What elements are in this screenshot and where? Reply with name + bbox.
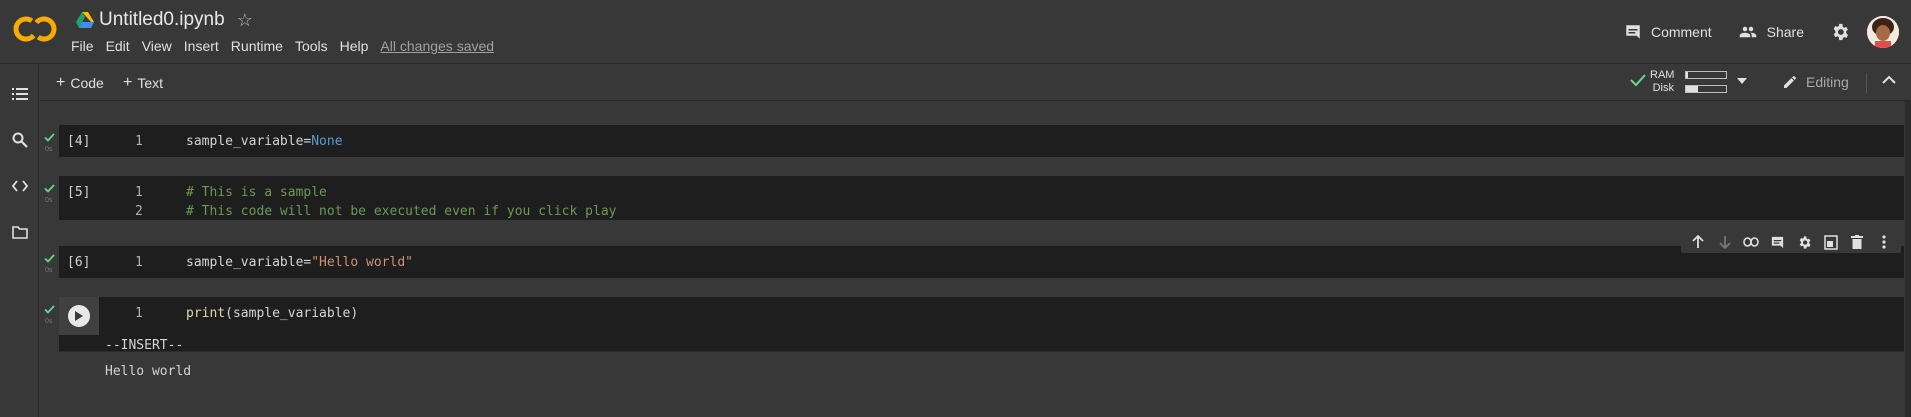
- output-area: [99, 352, 1904, 393]
- success-check-icon: [44, 254, 55, 263]
- drive-icon: [76, 12, 94, 28]
- app-header: Untitled0.ipynb ☆ File Edit View Insert …: [0, 0, 1911, 64]
- settings-icon[interactable]: [1830, 22, 1850, 42]
- play-icon: [75, 311, 83, 321]
- delete-icon[interactable]: [1848, 233, 1866, 251]
- success-check-icon: [44, 305, 55, 314]
- comment-icon[interactable]: [1769, 233, 1787, 251]
- add-code-button[interactable]: + Code: [56, 74, 104, 92]
- share-button[interactable]: Share: [1738, 23, 1804, 41]
- code-snippets-icon[interactable]: [11, 177, 29, 195]
- star-icon[interactable]: ☆: [237, 11, 253, 29]
- menu-help[interactable]: Help: [340, 38, 369, 54]
- code-token: sample_variable=: [186, 134, 312, 149]
- comment-button[interactable]: Comment: [1624, 23, 1712, 41]
- line-number: 2: [135, 204, 143, 219]
- code-line[interactable]: sample_variable=None: [186, 134, 343, 149]
- document-title[interactable]: Untitled0.ipynb: [99, 9, 225, 31]
- chevron-up-icon[interactable]: [1882, 75, 1896, 85]
- notebook-area: 0s [4] 1 sample_variable=None 0s [5] 1 #…: [40, 101, 1907, 417]
- settings-icon[interactable]: [1795, 233, 1813, 251]
- menu-file[interactable]: File: [71, 38, 94, 54]
- line-number: 1: [135, 306, 143, 321]
- keyword-token: None: [311, 134, 343, 149]
- editing-mode-button[interactable]: Editing: [1782, 74, 1849, 90]
- code-cell[interactable]: 0s [4] 1 sample_variable=None: [44, 125, 1904, 157]
- chevron-down-icon[interactable]: [1737, 78, 1747, 84]
- menu-tools[interactable]: Tools: [295, 38, 328, 54]
- execution-time: 0s: [45, 267, 53, 274]
- user-avatar[interactable]: [1867, 16, 1899, 48]
- menu-edit[interactable]: Edit: [106, 38, 130, 54]
- execution-time: 0s: [45, 146, 53, 153]
- line-number: 1: [135, 185, 143, 200]
- disk-usage-bar[interactable]: [1685, 85, 1727, 93]
- line-number: 1: [135, 134, 143, 149]
- save-status-link[interactable]: All changes saved: [380, 38, 494, 54]
- share-label: Share: [1766, 24, 1804, 40]
- files-icon[interactable]: [11, 223, 29, 241]
- disk-label: Disk: [1652, 82, 1674, 94]
- execution-count: [4]: [67, 134, 91, 149]
- colab-logo[interactable]: [13, 14, 57, 44]
- menu-view[interactable]: View: [142, 38, 172, 54]
- ram-usage-bar[interactable]: [1685, 71, 1727, 79]
- success-check-icon: [44, 133, 55, 142]
- mirror-cell-icon[interactable]: [1822, 233, 1840, 251]
- menu-bar: File Edit View Insert Runtime Tools Help…: [71, 38, 494, 54]
- code-line[interactable]: # This is a sample: [186, 185, 327, 200]
- string-token: "Hello world": [311, 255, 413, 270]
- execution-count: [5]: [67, 185, 91, 200]
- cell-output: Hello world: [59, 351, 1904, 393]
- pencil-icon: [1784, 75, 1797, 88]
- notebook-toolbar: + Code + Text RAM Disk Editing: [40, 65, 1911, 101]
- left-rail: [0, 65, 39, 417]
- comment-icon: [1626, 25, 1640, 39]
- notebook-scrollbar[interactable]: [1905, 101, 1911, 417]
- connected-check-icon: [1630, 74, 1646, 87]
- people-icon: [1739, 26, 1756, 38]
- add-code-label: Code: [70, 75, 104, 91]
- code-token: (sample_variable): [225, 306, 359, 321]
- execution-count: [6]: [67, 255, 91, 270]
- menu-runtime[interactable]: Runtime: [231, 38, 283, 54]
- resource-labels[interactable]: RAM Disk: [1650, 69, 1674, 95]
- move-down-icon[interactable]: [1716, 233, 1734, 251]
- ram-label: RAM: [1650, 69, 1675, 81]
- cell-toolbar: [1681, 231, 1901, 253]
- comment-label: Comment: [1650, 24, 1712, 40]
- code-line[interactable]: sample_variable="Hello world": [186, 255, 413, 270]
- execution-time: 0s: [45, 318, 53, 325]
- code-cell[interactable]: 0s 1 print(sample_variable) --INSERT--: [44, 297, 1904, 357]
- code-line[interactable]: # This code will not be executed even if…: [186, 204, 616, 219]
- code-line[interactable]: print(sample_variable): [186, 306, 358, 321]
- code-cell[interactable]: 0s [6] 1 sample_variable="Hello world": [44, 246, 1904, 278]
- function-token: print: [186, 306, 226, 321]
- run-cell-button[interactable]: [68, 305, 90, 327]
- run-gutter: [59, 297, 99, 335]
- plus-icon: +: [56, 74, 66, 91]
- success-check-icon: [44, 184, 55, 193]
- output-text[interactable]: Hello world: [105, 364, 191, 379]
- table-of-contents-icon[interactable]: [11, 85, 29, 103]
- code-token: sample_variable=: [186, 255, 312, 270]
- link-icon[interactable]: [1742, 233, 1760, 251]
- toolbar-divider: [1866, 73, 1867, 93]
- add-text-button[interactable]: + Text: [123, 74, 163, 92]
- execution-time: 0s: [45, 197, 53, 204]
- line-number: 1: [135, 255, 143, 270]
- move-up-icon[interactable]: [1689, 233, 1707, 251]
- editing-label: Editing: [1806, 74, 1849, 90]
- code-cell[interactable]: 0s [5] 1 # This is a sample 2 # This cod…: [44, 176, 1904, 220]
- more-icon[interactable]: [1875, 233, 1893, 251]
- search-icon[interactable]: [11, 131, 29, 149]
- add-text-label: Text: [137, 75, 164, 91]
- menu-insert[interactable]: Insert: [184, 38, 219, 54]
- plus-icon: +: [123, 74, 133, 91]
